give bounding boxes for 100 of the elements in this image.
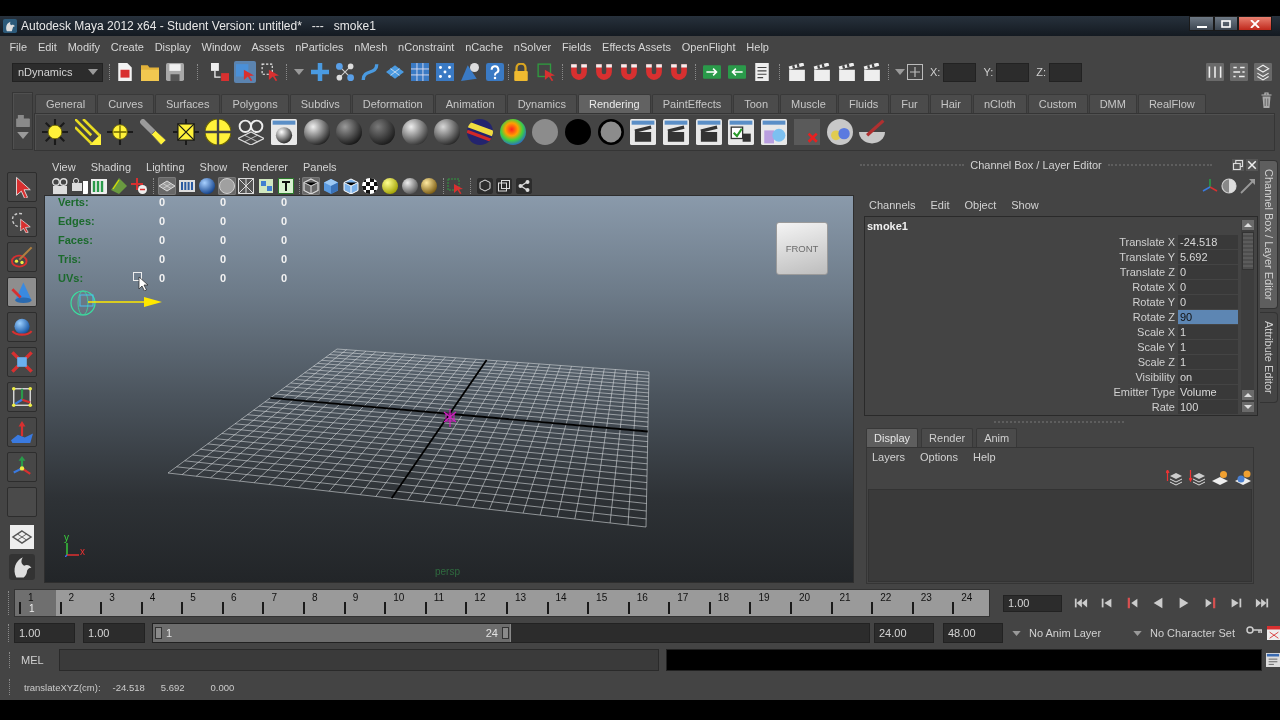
axes-icon[interactable] — [7, 452, 37, 482]
sphere-icon[interactable] — [381, 176, 399, 195]
cube-icon[interactable] — [475, 176, 494, 195]
coordinate-field[interactable] — [1049, 62, 1082, 82]
shelf-tab[interactable]: Fluids — [837, 94, 890, 113]
channel-label[interactable]: Translate Z — [1119, 265, 1178, 280]
current-time-field[interactable]: 1.00 — [1003, 594, 1062, 612]
maximize-button[interactable] — [1214, 16, 1238, 31]
crossed-tile-icon[interactable] — [793, 119, 820, 145]
clapboard-icon[interactable] — [863, 63, 881, 81]
tilted-plane-icon[interactable] — [110, 176, 129, 195]
channel-label[interactable]: Scale Z — [1137, 355, 1178, 370]
channel-label[interactable]: Rotate X — [1132, 280, 1178, 295]
paint-brush-icon[interactable] — [7, 242, 37, 272]
panel-menu-item[interactable]: Renderer — [242, 161, 288, 173]
disc-icon[interactable] — [532, 119, 559, 145]
list-icon[interactable] — [753, 63, 771, 81]
cone-icon[interactable] — [7, 277, 37, 307]
caret-icon[interactable] — [1012, 630, 1021, 636]
time-slider[interactable]: 1 1 2 3 4 5 6 7 8 9 10 11 12 13 14 15 16 17 18 19 20 21 22 23 24 — [14, 589, 990, 617]
half-circle-icon[interactable] — [1221, 177, 1237, 194]
skip-to-end-icon[interactable] — [1254, 596, 1269, 610]
menu-item[interactable]: nConstraint — [392, 41, 460, 53]
crosshair-icon[interactable] — [129, 176, 148, 195]
nodes-icon[interactable] — [336, 63, 354, 81]
scroll-up-icon[interactable] — [1241, 220, 1254, 230]
panel-menu-item[interactable]: Shading — [90, 161, 132, 173]
command-field[interactable] — [58, 649, 659, 671]
scrollbar[interactable] — [1241, 220, 1254, 412]
sphere-icon[interactable] — [303, 119, 330, 145]
menu-item[interactable]: Create — [105, 41, 150, 53]
shelf-tab[interactable]: Curves — [97, 94, 154, 113]
window-icon[interactable] — [1265, 653, 1280, 667]
playback-end-field[interactable]: 24.00 — [874, 623, 934, 643]
folder-icon[interactable] — [141, 63, 159, 81]
clapboard-icon[interactable] — [838, 63, 856, 81]
squares-icon[interactable] — [256, 176, 275, 195]
sphere-icon[interactable] — [400, 176, 419, 195]
anim-layer-dropdown[interactable]: No Anim Layer — [1012, 627, 1127, 639]
help-icon[interactable] — [486, 63, 504, 81]
channel-label[interactable]: Rate — [1151, 400, 1178, 415]
view-cube[interactable]: FRONT — [776, 222, 828, 275]
shelf-tab[interactable]: Dynamics — [506, 94, 577, 113]
lock-icon[interactable] — [512, 63, 530, 81]
step-back-icon[interactable] — [1099, 596, 1114, 610]
menu-item[interactable]: Help — [740, 41, 775, 53]
menu-item[interactable]: nSolver — [508, 41, 557, 53]
rainbow-ball-icon[interactable] — [499, 119, 526, 145]
panel-menu-item[interactable]: Panels — [302, 161, 337, 173]
menu-item[interactable]: Display — [149, 41, 197, 53]
light-rays-icon[interactable] — [74, 119, 101, 145]
playback-start-field[interactable]: 1.00 — [83, 623, 145, 643]
shelf-tab[interactable]: Animation — [434, 94, 506, 113]
layer-tab[interactable]: Render — [921, 428, 974, 447]
previous-key-icon[interactable] — [1125, 596, 1140, 610]
bars-icon[interactable] — [90, 176, 109, 195]
layer-stack-icon[interactable] — [1166, 469, 1182, 486]
caret-icon[interactable] — [294, 69, 304, 75]
menu-item[interactable]: Modify — [62, 41, 106, 53]
arrow-box-icon[interactable] — [728, 63, 746, 81]
camera-icon[interactable] — [51, 176, 69, 195]
close-icon[interactable] — [1246, 159, 1258, 171]
skip-to-start-icon[interactable] — [1074, 596, 1088, 610]
menu-item[interactable]: Object — [964, 199, 997, 211]
layout-icon[interactable] — [10, 525, 34, 549]
caret-icon[interactable] — [88, 69, 98, 75]
hierarchy-icon[interactable] — [209, 61, 231, 83]
float-icon[interactable] — [1232, 159, 1244, 171]
save-icon[interactable] — [166, 63, 184, 81]
menu-item[interactable]: Layers — [872, 451, 906, 463]
channel-label[interactable]: Scale Y — [1137, 340, 1178, 355]
stack-icon[interactable] — [1254, 63, 1272, 81]
square-pointer-icon[interactable] — [259, 61, 281, 83]
dots-icon[interactable] — [436, 63, 454, 81]
shelf-tab[interactable]: Deformation — [351, 94, 434, 113]
channel-label[interactable]: Rotate Y — [1132, 295, 1178, 310]
channel-value-field[interactable]: 1 — [1178, 325, 1238, 340]
crosshair-light-icon[interactable] — [107, 119, 134, 145]
channel-value-field[interactable]: 0 — [1178, 295, 1238, 310]
end-time-field[interactable]: 48.00 — [943, 623, 1003, 643]
magnet-icon[interactable] — [595, 63, 613, 81]
character-set-dropdown[interactable]: No Character Set — [1133, 627, 1246, 639]
shelf-tab[interactable]: Hair — [929, 94, 972, 113]
sheet-sphere-icon[interactable] — [1235, 469, 1251, 486]
command-language-toggle[interactable]: MEL — [21, 654, 44, 666]
menu-item[interactable]: nMesh — [348, 41, 393, 53]
wire-box-icon[interactable] — [237, 176, 256, 195]
ring-icon[interactable] — [597, 119, 624, 145]
channel-value-field[interactable]: 90 — [1178, 310, 1238, 325]
menu-item[interactable]: Edit — [930, 199, 950, 211]
checker-ball-icon[interactable] — [361, 176, 380, 195]
text-icon[interactable] — [276, 176, 295, 195]
channel-label[interactable]: Rotate Z — [1132, 310, 1178, 325]
manipulator-box-icon[interactable] — [7, 382, 37, 412]
curve-icon[interactable] — [361, 63, 379, 81]
channel-value-field[interactable]: -24.518 — [1178, 235, 1238, 250]
coordinate-field[interactable] — [996, 62, 1030, 82]
shelf-tab[interactable]: Toon — [733, 94, 780, 113]
plus-icon[interactable] — [311, 63, 329, 81]
cube-icon[interactable] — [341, 176, 360, 195]
